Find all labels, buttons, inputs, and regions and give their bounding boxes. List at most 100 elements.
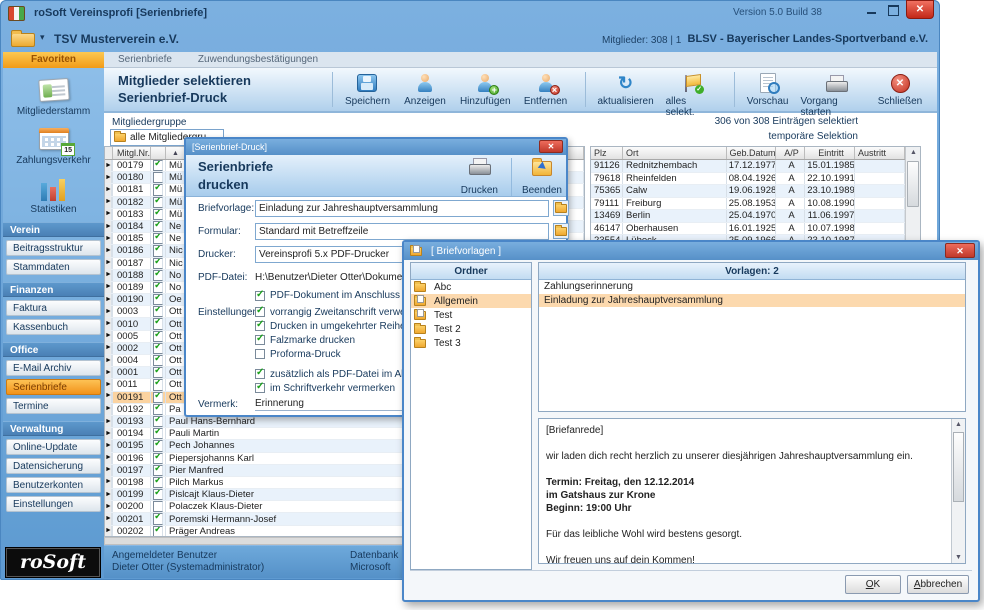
table-row[interactable]: 79618 Rheinfelden 08.04.1926 A 22.10.199… xyxy=(591,173,905,186)
save-button[interactable]: Speichern xyxy=(332,72,390,107)
tab-serienbriefe[interactable]: Serienbriefe xyxy=(118,54,172,65)
close-icon[interactable] xyxy=(539,140,563,153)
sidebar-item[interactable]: Termine xyxy=(6,398,101,414)
remove-member-button[interactable]: Entfernen xyxy=(523,72,569,107)
row-checkbox[interactable] xyxy=(153,306,163,317)
table-row[interactable]: 79111 Freiburg 25.08.1953 A 10.08.1990 xyxy=(591,198,905,211)
preview-scrollbar[interactable] xyxy=(951,419,965,563)
row-checkbox[interactable] xyxy=(153,355,163,366)
form-field[interactable] xyxy=(255,223,549,240)
form-field-label: Formular: xyxy=(198,226,241,237)
template-field[interactable] xyxy=(255,200,549,217)
scrollbar-thumb[interactable] xyxy=(907,161,919,207)
row-checkbox[interactable] xyxy=(153,221,163,232)
sidebar-item[interactable]: Kassenbuch xyxy=(6,319,101,335)
row-checkbox[interactable] xyxy=(153,501,163,512)
table-row[interactable]: 91126 Rednitzhembach 17.12.1977 A 15.01.… xyxy=(591,160,905,173)
row-checkbox[interactable] xyxy=(153,245,163,256)
scrollbar-thumb[interactable] xyxy=(953,432,964,502)
select-all-button[interactable]: alles selekt. xyxy=(666,72,718,118)
print-button[interactable]: Drucken xyxy=(461,158,498,196)
preview-button[interactable]: Vorschau xyxy=(734,72,789,107)
show-member-button[interactable]: Anzeigen xyxy=(402,72,448,107)
row-checkbox[interactable] xyxy=(153,489,163,500)
tab-zuwendungsbestaetigungen[interactable]: Zuwendungsbestätigungen xyxy=(198,54,318,65)
minimize-icon[interactable] xyxy=(862,0,880,18)
row-checkbox[interactable] xyxy=(153,428,163,439)
sidebar-item[interactable]: E-Mail Archiv xyxy=(6,360,101,376)
folder-icon xyxy=(555,227,567,236)
database-label: Datenbank xyxy=(350,550,398,561)
ok-button[interactable]: OK xyxy=(845,575,901,594)
folder-list-item[interactable]: Test xyxy=(411,308,531,322)
sidebar-item[interactable]: Serienbriefe xyxy=(6,379,101,395)
selected-row-marker xyxy=(105,184,112,195)
row-checkbox[interactable] xyxy=(153,343,163,354)
detail-table-header[interactable]: Plz Ort Geb.Datum A/P Eintritt Austritt xyxy=(591,147,905,160)
row-checkbox[interactable] xyxy=(153,331,163,342)
row-checkbox[interactable] xyxy=(153,453,163,464)
row-checkbox[interactable] xyxy=(153,526,163,537)
row-checkbox[interactable] xyxy=(153,282,163,293)
close-icon[interactable] xyxy=(906,0,934,19)
folder-list-item[interactable]: Allgemein xyxy=(411,294,531,308)
sidebar-item-mitgliederstamm[interactable]: Mitgliederstamm xyxy=(3,77,104,117)
row-checkbox[interactable] xyxy=(153,184,163,195)
refresh-button[interactable]: aktualisieren xyxy=(585,72,654,107)
row-checkbox[interactable] xyxy=(153,318,163,329)
table-row[interactable]: 13469 Berlin 25.04.1970 A 11.06.1997 xyxy=(591,210,905,223)
row-checkbox[interactable] xyxy=(153,416,163,427)
cancel-button[interactable]: Abbrechen xyxy=(907,575,969,594)
close-view-button[interactable]: Schließen xyxy=(877,72,923,107)
browse-form-button[interactable] xyxy=(553,223,569,239)
folder-list-item[interactable]: Test 2 xyxy=(411,322,531,336)
row-checkbox[interactable] xyxy=(153,233,163,244)
member-icon xyxy=(415,74,435,93)
sidebar-item[interactable]: Benutzerkonten xyxy=(6,477,101,493)
row-checkbox[interactable] xyxy=(153,465,163,476)
sidebar-item[interactable]: Stammdaten xyxy=(6,259,101,275)
preview-line xyxy=(546,437,944,450)
row-checkbox[interactable] xyxy=(153,197,163,208)
add-member-button[interactable]: Hinzufügen xyxy=(460,72,511,107)
version-label: Version 5.0 Build 38 xyxy=(733,7,822,18)
row-checkbox[interactable] xyxy=(153,513,163,524)
org-folder-icon[interactable] xyxy=(11,33,35,47)
row-checkbox[interactable] xyxy=(153,209,163,220)
sidebar-item-statistiken[interactable]: Statistiken xyxy=(3,175,104,215)
settings-label: Einstellungen: xyxy=(198,307,261,318)
row-checkbox[interactable] xyxy=(153,172,163,183)
row-checkbox[interactable] xyxy=(153,270,163,281)
checkbox-icon xyxy=(255,321,265,331)
close-icon[interactable] xyxy=(945,243,975,258)
printer-icon xyxy=(468,158,490,175)
template-list-item[interactable]: Zahlungserinnerung xyxy=(539,280,965,294)
template-list-item[interactable]: Einladung zur Jahreshauptversammlung xyxy=(539,294,965,308)
end-button[interactable]: Beenden xyxy=(511,158,562,196)
maximize-icon[interactable] xyxy=(884,0,902,18)
row-checkbox[interactable] xyxy=(153,477,163,488)
row-checkbox[interactable] xyxy=(153,440,163,451)
folder-list-item[interactable]: Abc xyxy=(411,280,531,294)
user-label: Angemeldeter Benutzer xyxy=(112,550,217,561)
row-checkbox[interactable] xyxy=(153,379,163,390)
row-checkbox[interactable] xyxy=(153,367,163,378)
row-checkbox[interactable] xyxy=(153,392,163,403)
table-row[interactable]: 46147 Oberhausen 16.01.1925 A 10.07.1998 xyxy=(591,223,905,236)
row-checkbox[interactable] xyxy=(153,160,163,171)
row-checkbox[interactable] xyxy=(153,258,163,269)
sidebar-item-zahlungsverkehr[interactable]: 15 Zahlungsverkehr xyxy=(3,126,104,166)
browse-template-button[interactable] xyxy=(553,200,569,216)
sidebar-item[interactable]: Beitragsstruktur xyxy=(6,240,101,256)
sidebar-item[interactable]: Datensicherung xyxy=(6,458,101,474)
row-checkbox[interactable] xyxy=(153,294,163,305)
print-dialog-header: Serienbriefe drucken Drucken Beenden xyxy=(186,155,566,197)
sidebar-item[interactable]: Online-Update xyxy=(6,439,101,455)
sidebar-item[interactable]: Einstellungen xyxy=(6,496,101,512)
row-checkbox[interactable] xyxy=(153,404,163,415)
folder-list-item[interactable]: Test 3 xyxy=(411,336,531,350)
start-process-button[interactable]: Vorgang starten xyxy=(800,72,871,118)
chevron-down-icon[interactable] xyxy=(40,32,45,43)
table-row[interactable]: 75365 Calw 19.06.1928 A 23.10.1989 xyxy=(591,185,905,198)
sidebar-item[interactable]: Faktura xyxy=(6,300,101,316)
